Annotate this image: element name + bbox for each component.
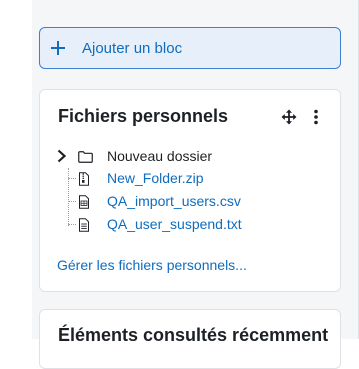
tree-connector xyxy=(68,178,76,179)
file-link[interactable]: QA_user_suspend.txt xyxy=(107,216,242,232)
folder-icon xyxy=(78,151,93,163)
move-icon[interactable] xyxy=(281,109,297,125)
private-files-block: Fichiers personnels Nouveau dossier New_… xyxy=(39,89,341,292)
chevron-right-icon[interactable] xyxy=(55,149,69,163)
tree-connector xyxy=(68,168,69,226)
add-block-button[interactable]: Ajouter un bloc xyxy=(39,27,341,69)
file-link[interactable]: QA_import_users.csv xyxy=(107,193,241,209)
block-title: Éléments consultés récemment xyxy=(58,325,329,345)
recent-items-block: Éléments consultés récemment xyxy=(39,309,341,369)
tree-connector xyxy=(68,201,76,202)
page-content-edge xyxy=(0,0,32,339)
manage-private-files-link[interactable]: Gérer les fichiers personnels... xyxy=(57,257,247,273)
tree-connector xyxy=(68,224,76,225)
file-link[interactable]: New_Folder.zip xyxy=(107,170,204,186)
folder-label[interactable]: Nouveau dossier xyxy=(107,148,212,164)
file-zip-icon xyxy=(79,172,89,186)
plus-icon xyxy=(51,41,65,55)
kebab-menu-icon[interactable] xyxy=(308,109,324,125)
file-text-icon xyxy=(79,218,89,232)
file-csv-icon xyxy=(79,195,89,209)
block-title: Fichiers personnels xyxy=(58,106,229,126)
add-block-label: Ajouter un bloc xyxy=(82,39,183,57)
